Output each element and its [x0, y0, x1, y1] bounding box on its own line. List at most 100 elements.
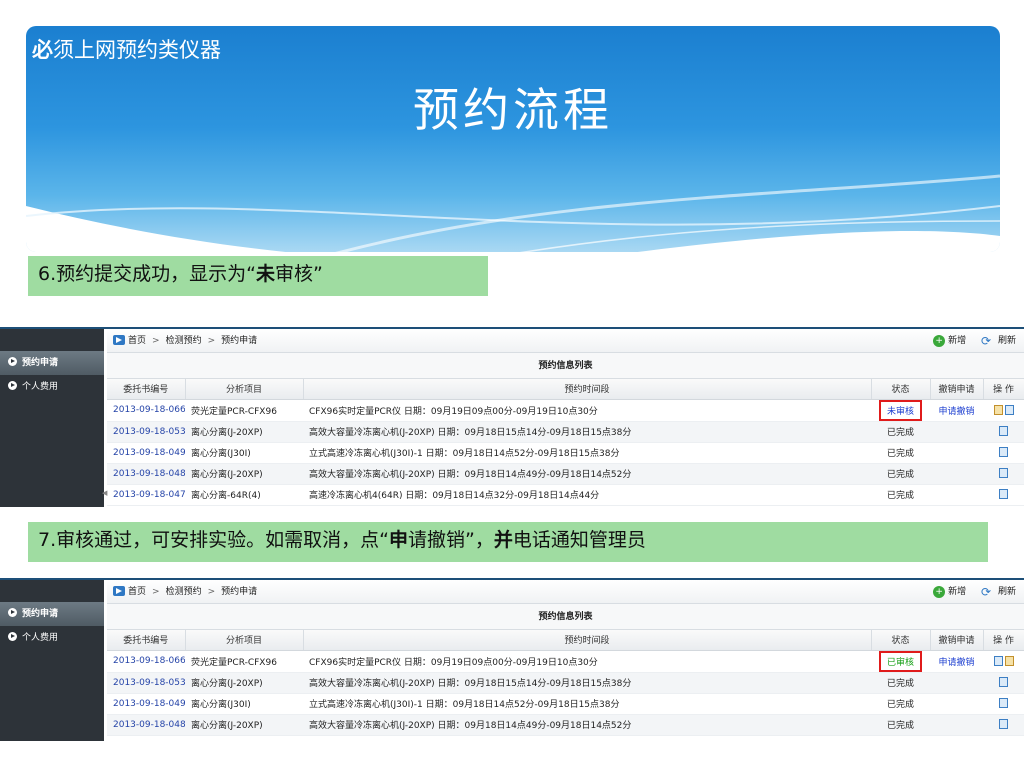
order-id-link[interactable]: 2013-09-18-066 [107, 650, 185, 673]
cancel-request-link[interactable]: 申请撤销 [930, 399, 983, 422]
cell-item: 离心分离(J-20XP) [185, 421, 303, 443]
add-button[interactable]: + 新增 [933, 334, 966, 347]
breadcrumb-home[interactable]: 首页 [128, 587, 146, 597]
table-row[interactable]: 2013-09-18-047 离心分离-64R(4) 高速冷冻离心机4(64R)… [107, 484, 1024, 506]
plus-icon: + [933, 585, 946, 598]
cancel-request-link[interactable]: 申请撤销 [930, 650, 983, 673]
view-icon[interactable] [999, 447, 1008, 458]
sidebar-item-fees[interactable]: 个人费用 [0, 375, 104, 399]
table-row[interactable]: 2013-09-18-048 离心分离(J-20XP) 高效大容量冷冻离心机(J… [107, 463, 1024, 485]
column-header-cancel: 撤销申请 [930, 379, 984, 400]
ops-cell [983, 421, 1024, 443]
cell-time: 高效大容量冷冻离心机(J-20XP) 日期：09月18日15点14分-09月18… [303, 421, 871, 443]
sidebar-item-label: 个人费用 [22, 633, 59, 643]
order-id-link[interactable]: 2013-09-18-048 [107, 463, 185, 485]
breadcrumb-current: 预约申请 [221, 587, 258, 597]
banner: 必须上网预约类仪器 预约流程 [26, 26, 1000, 252]
view-icon[interactable] [999, 468, 1008, 479]
breadcrumb-detection[interactable]: 检测预约 [166, 587, 202, 597]
table-row[interactable]: 2013-09-18-053 离心分离(J-20XP) 高效大容量冷冻离心机(J… [107, 421, 1024, 443]
status-cell: 未审核 [871, 399, 930, 422]
ops-cell [983, 693, 1024, 715]
table-row[interactable]: 2013-09-18-066 荧光定量PCR-CFX96 CFX96实时定量PC… [107, 650, 1024, 673]
step-6-text-end: 审核” [275, 263, 323, 285]
cancel-cell [930, 714, 983, 736]
ops-cell [983, 399, 1024, 422]
cancel-cell [930, 672, 983, 694]
sidebar: 预约申请 个人费用 [0, 580, 104, 741]
arrow-right-icon [8, 632, 17, 641]
column-header-item: 分析项目 [185, 379, 304, 400]
view-icon[interactable] [999, 719, 1008, 730]
step-6-text: 6.预约提交成功，显示为“ [38, 263, 256, 285]
view-icon[interactable] [999, 698, 1008, 709]
reservation-table: 委托书编号 分析项目 预约时间段 状态 撤销申请 操 作 2013-09-18-… [107, 630, 1024, 736]
order-id-link[interactable]: 2013-09-18-053 [107, 421, 185, 443]
view-icon[interactable] [999, 677, 1008, 688]
refresh-icon: ⟳ [980, 584, 992, 599]
status-badge-pending: 未审核 [878, 399, 922, 420]
view-icon[interactable] [999, 489, 1008, 500]
breadcrumb-home[interactable]: 首页 [128, 336, 146, 346]
main-content: 首页 > 检测预约 > 预约申请 + 新增 ⟳ 刷新 预约信息列表 委托书编号 分析项目 预… [107, 329, 1024, 507]
sidebar-item-reservation[interactable]: 预约申请 [0, 351, 104, 375]
order-id-link[interactable]: 2013-09-18-053 [107, 672, 185, 694]
refresh-button[interactable]: ⟳ 刷新 [980, 584, 1016, 599]
table-header: 委托书编号 分析项目 预约时间段 状态 撤销申请 操 作 [107, 630, 1024, 651]
cell-item: 荧光定量PCR-CFX96 [185, 399, 303, 422]
status-cell: 已完成 [871, 714, 930, 736]
toolbar-actions: + 新增 ⟳ 刷新 [921, 580, 1016, 604]
step-7-bold: 并 [493, 529, 513, 551]
order-id-link[interactable]: 2013-09-18-047 [107, 484, 185, 506]
main-content: 首页 > 检测预约 > 预约申请 + 新增 ⟳ 刷新 预约信息列表 委托书编号 分析项目 预… [107, 580, 1024, 741]
sidebar-item-fees[interactable]: 个人费用 [0, 626, 104, 650]
view-icon[interactable] [993, 655, 1003, 666]
cell-time: 立式高速冷冻离心机(J30I)-1 日期：09月18日14点52分-09月18日… [303, 442, 871, 464]
status-cell: 已完成 [871, 693, 930, 715]
app-screenshot-2: 预约申请 个人费用 首页 > 检测预约 > 预约申请 + 新增 ⟳ 刷新 预约信息列表 委托… [0, 578, 1024, 741]
add-button[interactable]: + 新增 [933, 585, 967, 598]
cancel-cell [930, 421, 983, 443]
breadcrumb-detection[interactable]: 检测预约 [166, 336, 202, 346]
ops-cell [983, 484, 1024, 506]
table-row[interactable]: 2013-09-18-053 离心分离(J-20XP) 高效大容量冷冻离心机(J… [107, 672, 1024, 694]
edit-icon[interactable] [1004, 655, 1014, 666]
cell-time: CFX96实时定量PCR仪 日期：09月19日09点00分-09月19日10点3… [303, 650, 871, 673]
column-header-status: 状态 [871, 379, 931, 400]
refresh-icon: ⟳ [980, 333, 992, 348]
cell-item: 离心分离(J30I) [185, 442, 303, 464]
table-title: 预约信息列表 [107, 353, 1024, 379]
reservation-table: 委托书编号 分析项目 预约时间段 状态 撤销申请 操 作 2013-09-18-… [107, 379, 1024, 506]
add-button-label: 新增 [948, 587, 967, 597]
column-header-item: 分析项目 [185, 630, 304, 651]
status-cell: 已完成 [871, 463, 930, 485]
arrow-right-icon [8, 608, 17, 617]
view-icon[interactable] [999, 426, 1008, 437]
cell-item: 离心分离(J30I) [185, 693, 303, 715]
step-6-bold: 未 [255, 263, 275, 285]
refresh-button[interactable]: ⟳ 刷新 [980, 333, 1016, 348]
table-row[interactable]: 2013-09-18-066 荧光定量PCR-CFX96 CFX96实时定量PC… [107, 399, 1024, 422]
slide-subtitle-bold: 必 [32, 38, 53, 62]
cancel-cell [930, 484, 983, 506]
order-id-link[interactable]: 2013-09-18-066 [107, 399, 185, 422]
ops-cell [983, 714, 1024, 736]
column-header-ops: 操 作 [983, 379, 1024, 400]
cancel-cell [930, 463, 983, 485]
edit-icon[interactable] [993, 404, 1003, 415]
sidebar-item-label: 个人费用 [22, 382, 59, 392]
view-icon[interactable] [1004, 404, 1014, 415]
order-id-link[interactable]: 2013-09-18-049 [107, 693, 185, 715]
step-7-text-mid: 请撤销”， [408, 529, 494, 551]
slide-subtitle: 必须上网预约类仪器 [32, 34, 221, 64]
table-row[interactable]: 2013-09-18-049 离心分离(J30I) 立式高速冷冻离心机(J30I… [107, 442, 1024, 464]
sidebar-collapse-handle[interactable]: ◀ [102, 489, 107, 501]
table-row[interactable]: 2013-09-18-049 离心分离(J30I) 立式高速冷冻离心机(J30I… [107, 693, 1024, 715]
column-header-ops: 操 作 [983, 630, 1024, 651]
order-id-link[interactable]: 2013-09-18-048 [107, 714, 185, 736]
table-row[interactable]: 2013-09-18-048 离心分离(J-20XP) 高效大容量冷冻离心机(J… [107, 714, 1024, 736]
sidebar-item-reservation[interactable]: 预约申请 [0, 602, 104, 626]
order-id-link[interactable]: 2013-09-18-049 [107, 442, 185, 464]
column-header-id: 委托书编号 [107, 630, 186, 651]
cell-item: 离心分离-64R(4) [185, 484, 303, 506]
